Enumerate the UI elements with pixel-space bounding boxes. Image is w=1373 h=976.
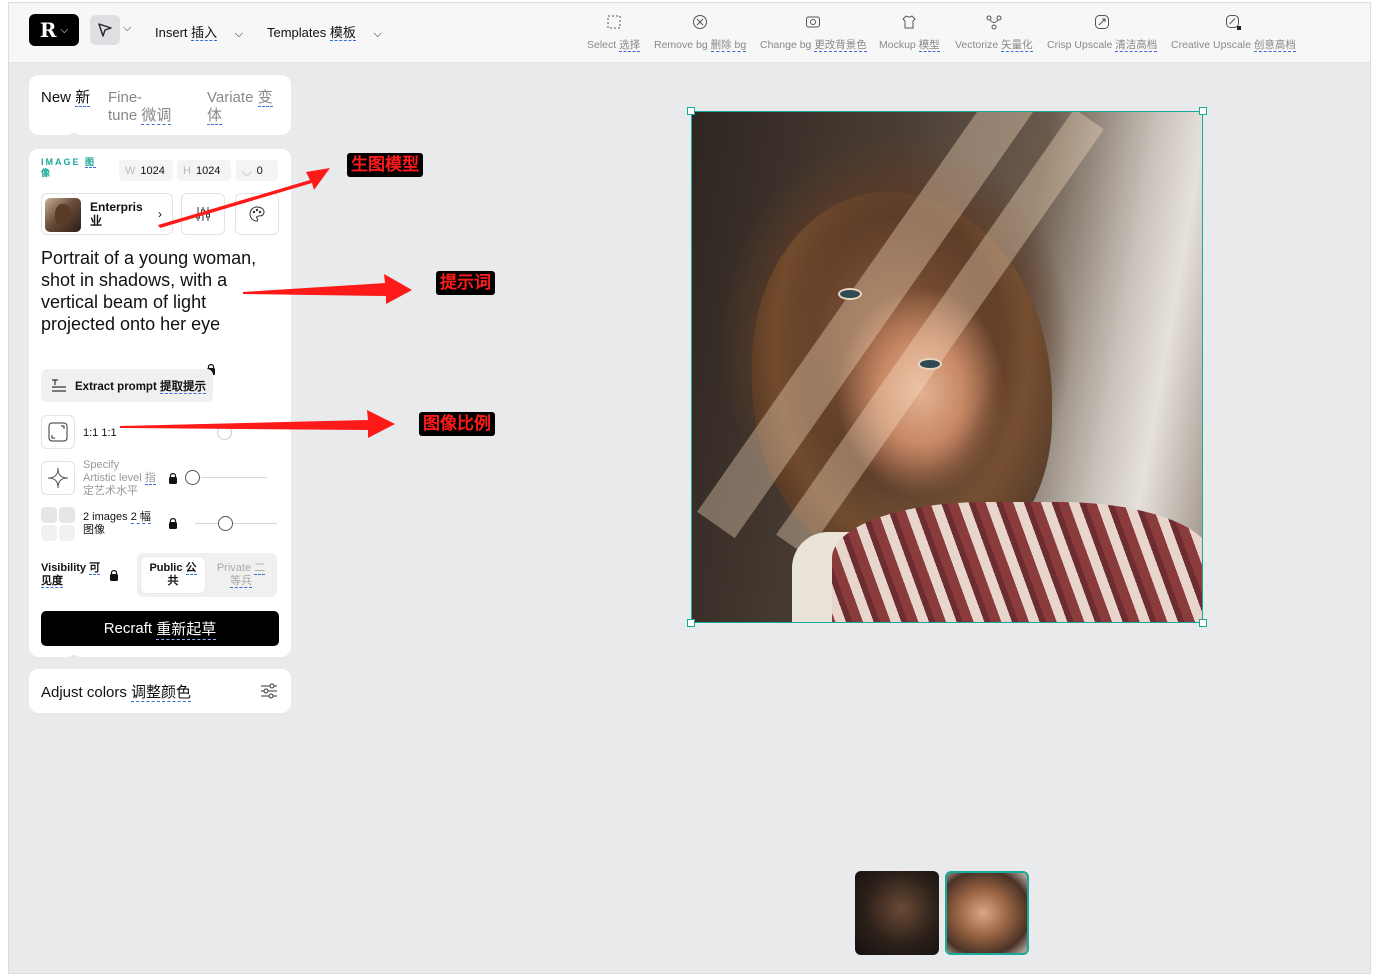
pointer-tool-button[interactable] [90, 15, 120, 45]
model-selector[interactable]: Enterpris 业 › [41, 193, 173, 235]
top-toolbar: R ⌵ ⌵ Insert 插入 ⌵ Templates 模板 ⌵ Select … [9, 3, 1370, 63]
remove-bg-icon [693, 15, 708, 29]
annotation-ratio: 图像比例 [419, 412, 495, 436]
visibility-toggle: Public 公共 Private 二等兵 [137, 553, 277, 597]
aspect-ratio-icon [48, 422, 68, 442]
recraft-logo-icon: R [39, 18, 57, 42]
artistic-level-label: Specify Artistic level 指定艺术水平 [83, 459, 156, 497]
aspect-ratio-slider-knob[interactable] [217, 425, 232, 440]
app-window: R ⌵ ⌵ Insert 插入 ⌵ Templates 模板 ⌵ Select … [8, 2, 1371, 974]
resize-handle[interactable] [1199, 619, 1207, 627]
artistic-level-slider-knob[interactable] [185, 470, 200, 485]
color-palette-button[interactable] [235, 193, 279, 235]
creative-upscale-icon [1226, 15, 1242, 30]
lock-icon [169, 473, 177, 484]
chevron-down-icon: ⌵ [234, 28, 244, 40]
style-controls-button[interactable] [181, 193, 225, 235]
logo-menu-button[interactable]: R ⌵ [29, 14, 79, 46]
lock-icon [110, 570, 118, 581]
chevron-down-icon: ⌵ [60, 24, 69, 36]
pointer-icon [98, 23, 112, 37]
prompt-text[interactable]: Portrait of a young woman, shot in shado… [41, 247, 281, 335]
artistic-level-button[interactable] [41, 461, 75, 495]
recraft-button[interactable]: Recraft 重新起草 [41, 611, 279, 646]
select-icon [607, 15, 621, 29]
vectorize-tool[interactable]: Vectorize 矢量化 [955, 13, 1033, 52]
annotation-model: 生图模型 [347, 153, 423, 177]
adjust-colors-panel[interactable]: Adjust colors 调整颜色 [29, 669, 291, 713]
resize-handle[interactable] [687, 107, 695, 115]
palette-icon [249, 206, 265, 222]
chevron-right-icon: › [158, 207, 162, 221]
change-bg-icon [806, 16, 821, 28]
extract-prompt-button[interactable]: Extract prompt 提取提示 [41, 369, 213, 402]
mode-tabs: New 新 Fine-tune 微调 Variate 变体 [29, 75, 291, 135]
tab-finetune[interactable]: Fine-tune 微调 [108, 89, 172, 125]
width-field[interactable]: W 1024 [119, 160, 173, 181]
insert-menu[interactable]: Insert 插入 ⌵ [155, 22, 243, 41]
sparkle-icon [47, 467, 69, 489]
crisp-upscale-tool[interactable]: Crisp Upscale 清洁高档 [1047, 13, 1158, 52]
tab-variate[interactable]: Variate 变体 [207, 89, 273, 125]
image-section-label: IMAGE 图像 [41, 157, 97, 178]
mockup-icon [902, 15, 917, 29]
visibility-private-option[interactable]: Private 二等兵 [209, 557, 273, 593]
annotation-prompt: 提示词 [436, 271, 495, 295]
image-count-icon [41, 507, 77, 541]
image-count-slider-track[interactable] [195, 523, 277, 524]
tab-new[interactable]: New 新 [41, 89, 91, 107]
visibility-label: Visibility 可见度 [41, 562, 101, 588]
templates-menu[interactable]: Templates 模板 ⌵ [267, 22, 382, 41]
vectorize-icon [986, 15, 1002, 30]
resize-handle[interactable] [1199, 107, 1207, 115]
image-count-label: 2 images 2 幅图像 [83, 511, 151, 536]
creative-upscale-tool[interactable]: Creative Upscale 创意高档 [1171, 13, 1296, 52]
generated-image[interactable] [691, 111, 1203, 623]
model-avatar [45, 198, 81, 232]
aspect-ratio-button[interactable] [41, 415, 75, 449]
crisp-upscale-icon [1095, 15, 1110, 29]
image-thumbnail-2[interactable] [945, 871, 1029, 955]
text-lines-icon [52, 378, 66, 392]
visibility-public-option[interactable]: Public 公共 [141, 557, 205, 593]
resize-handle[interactable] [687, 619, 695, 627]
filter-sliders-icon [261, 683, 277, 699]
remove-bg-tool[interactable]: Remove bg 删除 bg [654, 13, 747, 52]
artistic-level-slider-track[interactable] [201, 477, 267, 478]
change-bg-tool[interactable]: Change bg 更改背景色 [760, 13, 867, 52]
chevron-down-icon: ⌵ [373, 28, 382, 40]
seed-field[interactable]: ◡ 0 [236, 160, 278, 181]
seed-icon: ◡ [242, 165, 252, 177]
generation-settings-panel: IMAGE 图像 W 1024 H 1024 ◡ 0 Enterpris 业 › Por… [29, 149, 291, 657]
aspect-ratio-value: 1:1 1:1 [83, 427, 117, 439]
image-count-slider-knob[interactable] [218, 516, 233, 531]
mockup-tool[interactable]: Mockup 模型 [879, 13, 940, 52]
panel-connector [67, 655, 81, 669]
sliders-icon [196, 207, 210, 221]
height-field[interactable]: H 1024 [177, 160, 231, 181]
lock-icon [169, 518, 177, 529]
image-thumbnail-1[interactable] [855, 871, 939, 955]
select-tool[interactable]: Select 选择 [587, 13, 641, 52]
chevron-down-icon[interactable]: ⌵ [123, 22, 131, 35]
panel-connector [67, 133, 81, 147]
